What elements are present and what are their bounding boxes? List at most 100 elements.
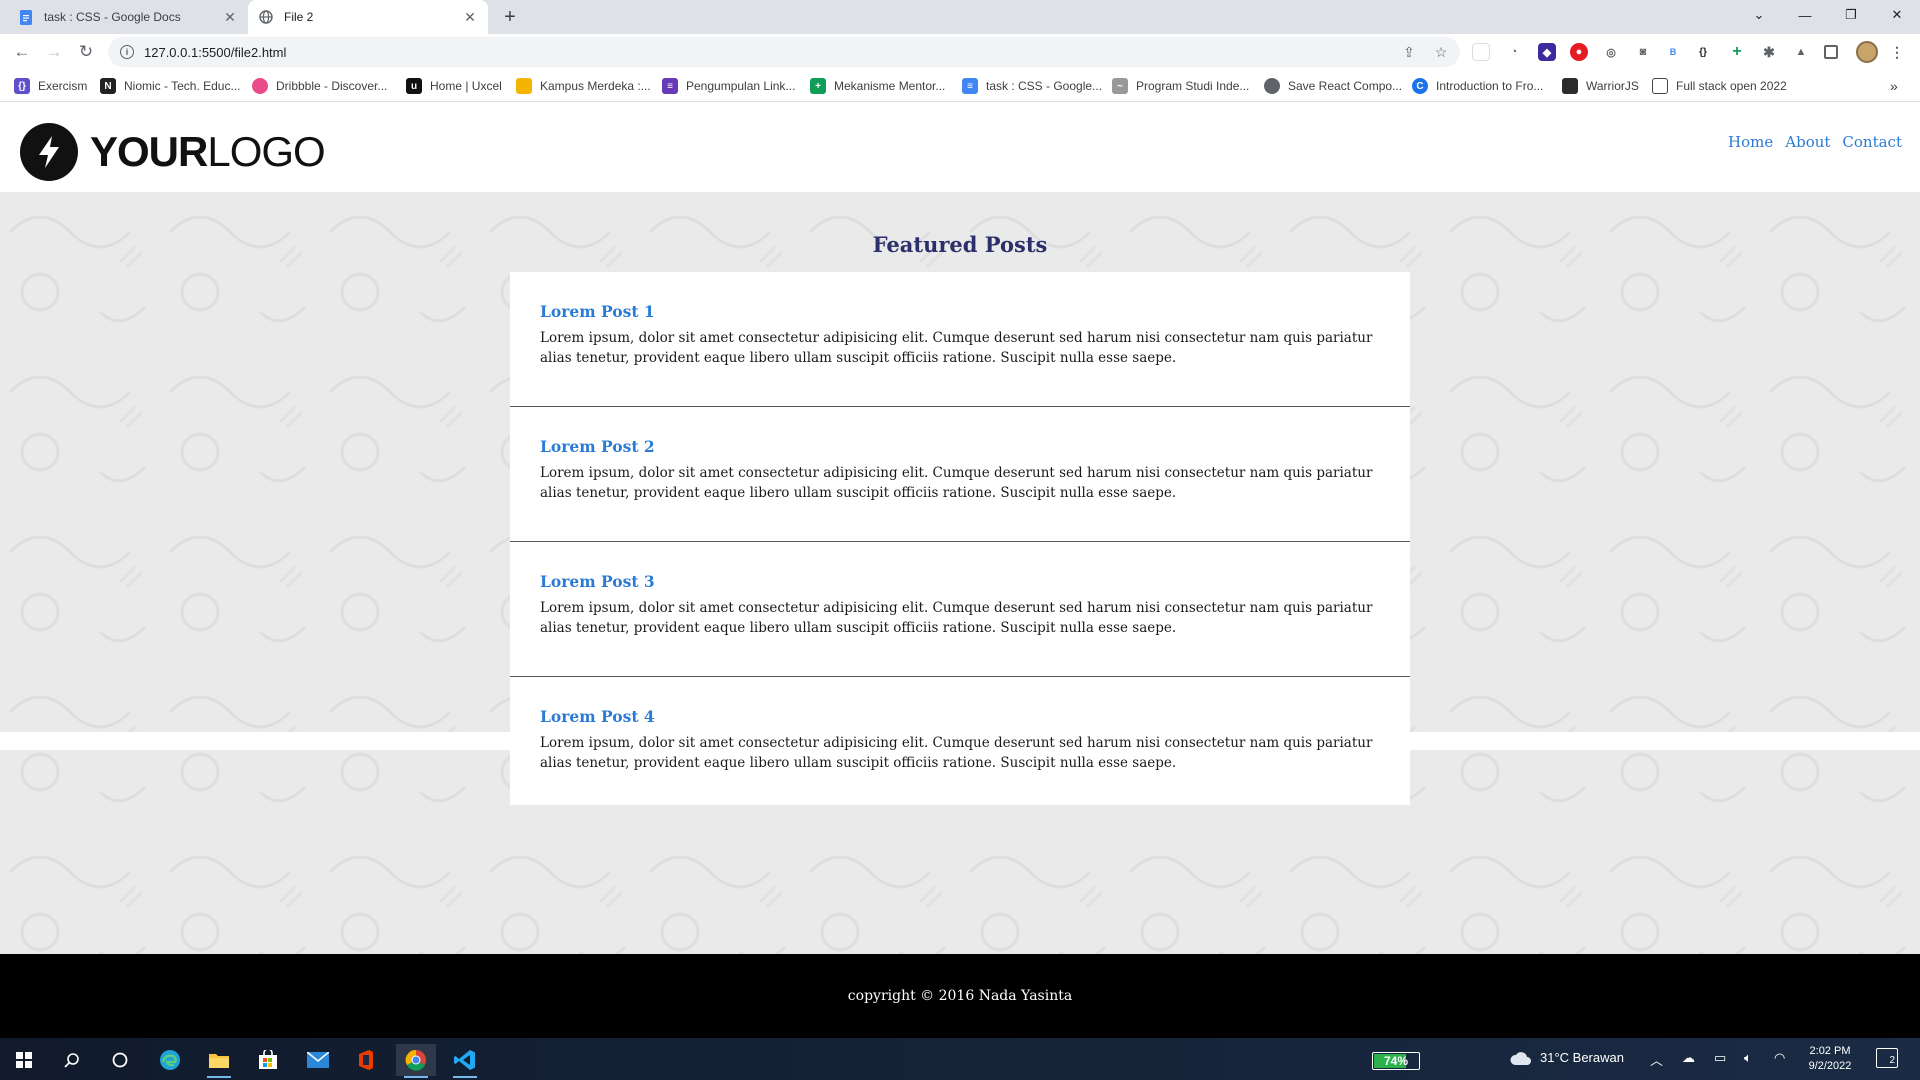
menu-dots-icon[interactable]: ⋮ (1888, 43, 1906, 61)
clock-time: 2:02 PM (1809, 1045, 1851, 1057)
restore-button[interactable]: ❐ (1828, 0, 1874, 30)
bookmark-label: task : CSS - Google... (986, 79, 1103, 93)
vscode-icon[interactable] (445, 1044, 485, 1078)
bookmark-label: Niomic - Tech. Educ... (124, 79, 241, 93)
bookmark-item[interactable]: {} Exercism (14, 77, 87, 95)
lightning-icon (20, 123, 78, 181)
site-footer: copyright © 2016 Nada Yasinta (0, 954, 1920, 1038)
weather-text: 31°C Berawan (1540, 1050, 1624, 1065)
microsoft-store-icon[interactable] (248, 1044, 288, 1076)
clock-date: 9/2/2022 (1808, 1060, 1852, 1072)
wifi-icon[interactable]: ◠ (1774, 1050, 1785, 1066)
chevron-up-icon[interactable]: ︿ (1650, 1050, 1663, 1069)
bookmark-label: Introduction to Fro... (1436, 79, 1544, 93)
battery-icon[interactable]: ▭ (1714, 1050, 1726, 1066)
bookmark-item[interactable]: N Niomic - Tech. Educ... (100, 77, 240, 95)
extension-icon[interactable]: B (1664, 43, 1682, 61)
tab-file2[interactable]: File 2 ✕ (248, 0, 488, 34)
bookmark-item[interactable]: Full stack open 2022 (1652, 77, 1787, 95)
share-icon[interactable]: ⇪ (1400, 43, 1418, 61)
address-bar[interactable]: i 127.0.0.1:5500/file2.html (108, 37, 1460, 67)
bookmark-item[interactable]: Kampus Merdeka :... (516, 77, 651, 95)
system-clock[interactable]: 2:02 PM 9/2/2022 (1800, 1044, 1860, 1074)
running-indicator (453, 1076, 477, 1078)
json-icon[interactable]: {} (1694, 43, 1712, 61)
extension-icon[interactable]: ◎ (1602, 43, 1620, 61)
search-icon[interactable] (52, 1044, 92, 1076)
google-docs-icon (18, 9, 34, 25)
post-title-link[interactable]: Lorem Post 4 (540, 707, 1380, 726)
running-indicator (404, 1076, 428, 1078)
bookmark-star-icon[interactable]: ☆ (1432, 43, 1450, 61)
course-icon: C (1412, 78, 1428, 94)
bookmark-label: Mekanisme Mentor... (834, 79, 946, 93)
tab-google-docs[interactable]: task : CSS - Google Docs ✕ (8, 0, 248, 34)
site-logo[interactable]: YOURLOGO (20, 123, 326, 181)
notification-center-icon[interactable]: 2 (1876, 1048, 1898, 1068)
new-tab-button[interactable]: + (498, 5, 522, 29)
bookmark-item[interactable]: ≡ Pengumpulan Link... (662, 77, 795, 95)
puzzle-icon[interactable]: ✱ (1760, 43, 1778, 61)
globe-icon (258, 9, 274, 25)
globe-icon (1264, 78, 1280, 94)
weather-widget[interactable]: 31°C Berawan (1510, 1050, 1624, 1065)
program-studi-icon: ~ (1112, 78, 1128, 94)
extension-icon[interactable]: ● (1570, 43, 1588, 61)
mail-icon[interactable] (298, 1044, 338, 1076)
nav-contact-link[interactable]: Contact (1842, 133, 1902, 151)
nav-about-link[interactable]: About (1785, 133, 1830, 151)
site-info-icon[interactable]: i (120, 45, 134, 59)
windows-start-icon[interactable] (4, 1044, 44, 1076)
bookmark-item[interactable]: ≡ task : CSS - Google... (962, 77, 1102, 95)
posts-list: Lorem Post 1 Lorem ipsum, dolor sit amet… (510, 272, 1410, 805)
file-explorer-icon[interactable] (199, 1044, 239, 1078)
bookmark-item[interactable]: ~ Program Studi Inde... (1112, 77, 1249, 95)
flask-icon[interactable]: ▲ (1792, 43, 1810, 61)
onedrive-icon[interactable]: ☁ (1682, 1050, 1695, 1066)
back-arrow-icon[interactable]: ← (10, 40, 34, 64)
chrome-icon[interactable] (396, 1044, 436, 1078)
logo-text: YOURLOGO (90, 128, 326, 175)
bookmark-label: Save React Compo... (1288, 79, 1403, 93)
edge-icon[interactable] (150, 1044, 190, 1076)
bookmark-label: Pengumpulan Link... (686, 79, 796, 93)
bookmark-item[interactable]: + Mekanisme Mentor... (810, 77, 945, 95)
battery-indicator[interactable]: 74% (1372, 1052, 1420, 1070)
extension-icon[interactable]: ◆ (1538, 43, 1556, 61)
nav-home-link[interactable]: Home (1728, 133, 1773, 151)
close-window-button[interactable]: ✕ (1874, 0, 1920, 30)
camera-icon[interactable]: ◙ (1634, 43, 1652, 61)
post-title-link[interactable]: Lorem Post 2 (540, 437, 1380, 456)
close-tab-icon[interactable]: ✕ (222, 9, 238, 25)
post-title-link[interactable]: Lorem Post 1 (540, 302, 1380, 321)
dribbble-icon (252, 78, 268, 94)
extension-icon[interactable]: ◔ (1505, 43, 1523, 61)
reload-icon[interactable]: ↻ (74, 40, 98, 64)
bookmark-item[interactable]: C Introduction to Fro... (1412, 77, 1543, 95)
post-card: Lorem Post 3 Lorem ipsum, dolor sit amet… (510, 542, 1410, 677)
bookmark-label: Exercism (38, 79, 88, 93)
bookmark-item[interactable]: WarriorJS (1562, 77, 1639, 95)
taskbar: 74% 31°C Berawan ︿ ☁ ▭ 🔈︎ ◠ 2:02 PM 9/2/… (0, 1038, 1920, 1080)
cortana-icon[interactable] (100, 1044, 140, 1076)
office-icon[interactable] (346, 1044, 386, 1076)
bookmark-item[interactable]: Save React Compo... (1264, 77, 1402, 95)
notification-count: 2 (1889, 1055, 1895, 1066)
volume-icon[interactable]: 🔈︎ (1744, 1050, 1752, 1066)
bookmark-label: Home | Uxcel (430, 79, 502, 93)
bookmark-item[interactable]: Dribbble - Discover... (252, 77, 387, 95)
post-title-link[interactable]: Lorem Post 3 (540, 572, 1380, 591)
side-panel-icon[interactable] (1824, 45, 1838, 59)
extension-icon[interactable] (1472, 43, 1490, 61)
close-tab-icon[interactable]: ✕ (462, 9, 478, 25)
bookmark-item[interactable]: u Home | Uxcel (406, 77, 502, 95)
minimize-button[interactable]: — (1782, 0, 1828, 30)
avatar[interactable] (1856, 41, 1878, 63)
post-card: Lorem Post 2 Lorem ipsum, dolor sit amet… (510, 407, 1410, 542)
tab-search-icon[interactable]: ⌄ (1736, 0, 1782, 30)
forward-arrow-icon[interactable]: → (42, 40, 66, 64)
more-bookmarks-icon[interactable]: » (1890, 77, 1898, 95)
plus-extension-icon[interactable]: + (1728, 43, 1746, 61)
post-body: Lorem ipsum, dolor sit amet consectetur … (540, 735, 1373, 771)
post-body: Lorem ipsum, dolor sit amet consectetur … (540, 465, 1373, 501)
